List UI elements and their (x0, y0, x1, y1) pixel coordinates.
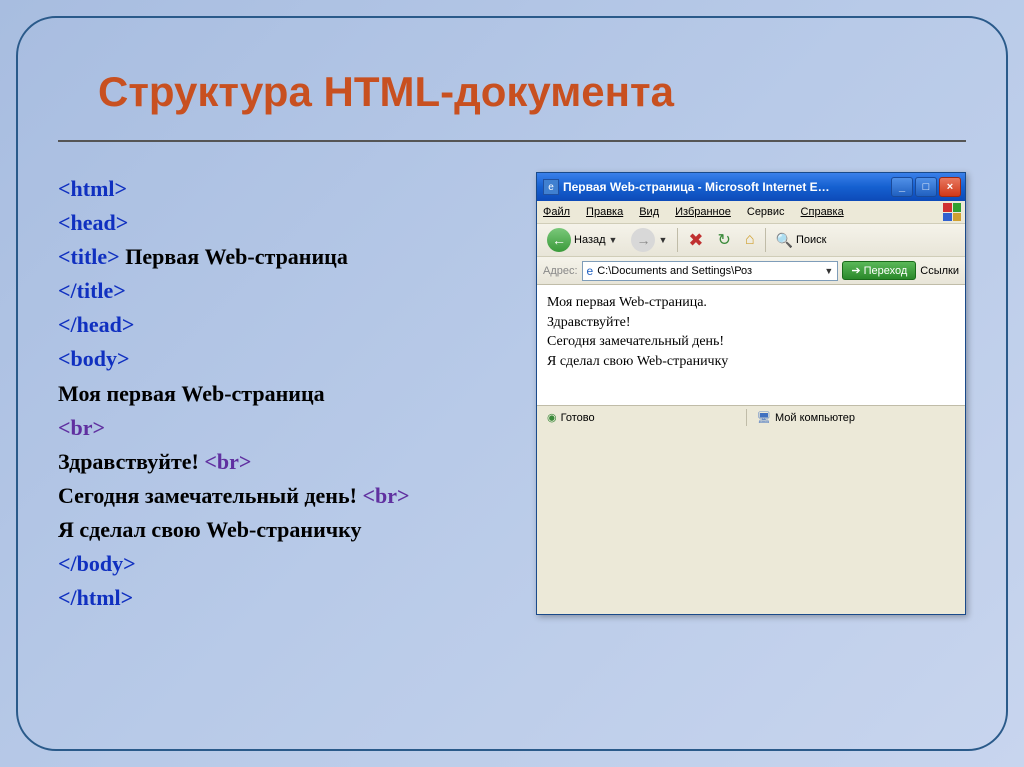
windows-logo-icon (943, 203, 961, 221)
separator (765, 228, 766, 252)
code-tag: <title> (58, 244, 120, 269)
browser-window: e Первая Web-страница - Microsoft Intern… (536, 172, 966, 615)
code-tag: </html> (58, 585, 133, 610)
dropdown-icon[interactable]: ▼ (824, 266, 833, 276)
go-button[interactable]: ➔ Переход (842, 261, 916, 280)
back-button[interactable]: ← Назад ▼ (543, 226, 621, 254)
menu-view[interactable]: Вид (639, 206, 659, 218)
go-label: Переход (864, 265, 908, 277)
slide-frame: Структура HTML-документа <html> <head> <… (16, 16, 1008, 751)
code-br-tag: <br> (204, 449, 251, 474)
page-content: Моя первая Web-страница. Здравствуйте! С… (537, 285, 965, 405)
menu-help[interactable]: Справка (801, 206, 844, 218)
window-controls: _ □ × (891, 177, 961, 197)
html-code-example: <html> <head> <title> Первая Web-страниц… (58, 172, 516, 615)
menu-file[interactable]: Файл (543, 206, 570, 218)
code-tag: <body> (58, 346, 130, 371)
code-tag: </body> (58, 551, 136, 576)
code-tag: <html> (58, 176, 127, 201)
page-line: Моя первая Web-страница. (547, 293, 955, 313)
code-tag: </title> (58, 278, 126, 303)
dropdown-icon: ▼ (609, 235, 618, 245)
page-line: Я сделал свою Web-страничку (547, 352, 955, 372)
code-br-tag: <br> (362, 483, 409, 508)
menu-edit[interactable]: Правка (586, 206, 623, 218)
page-line: Сегодня замечательный день! (547, 332, 955, 352)
code-tag: <head> (58, 210, 128, 235)
statusbar: ◉ Готово 🖥 Мой компьютер (537, 405, 965, 429)
go-icon: ➔ (851, 264, 860, 277)
search-button[interactable]: 🔍 Поиск (772, 230, 831, 251)
refresh-icon: ↻ (717, 230, 730, 250)
page-line: Здравствуйте! (547, 313, 955, 333)
code-text: Моя первая Web-страница (58, 381, 325, 406)
toolbar: ← Назад ▼ → ▼ ✖ ↻ ⌂ 🔍 Поиск (537, 223, 965, 257)
status-done: ◉ Готово (537, 409, 747, 426)
address-value: C:\Documents and Settings\Роз (597, 265, 752, 277)
ie-icon: e (543, 179, 559, 195)
search-icon: 🔍 (776, 232, 793, 249)
code-text: Сегодня замечательный день! (58, 483, 362, 508)
address-input[interactable]: e C:\Documents and Settings\Роз ▼ (582, 261, 839, 281)
content-area: <html> <head> <title> Первая Web-страниц… (58, 172, 966, 615)
code-tag: </head> (58, 312, 134, 337)
slide-title: Структура HTML-документа (98, 68, 966, 116)
back-icon: ← (547, 228, 571, 252)
forward-button[interactable]: → ▼ (627, 226, 671, 254)
code-text: Здравствуйте! (58, 449, 204, 474)
forward-icon: → (631, 228, 655, 252)
code-text: Я сделал свою Web-страничку (58, 517, 362, 542)
address-label: Адрес: (543, 265, 578, 277)
close-button[interactable]: × (939, 177, 961, 197)
computer-icon: 🖥 (757, 411, 771, 424)
home-icon: ⌂ (745, 231, 755, 249)
maximize-button[interactable]: □ (915, 177, 937, 197)
menu-tools[interactable]: Сервис (747, 206, 785, 218)
minimize-button[interactable]: _ (891, 177, 913, 197)
title-divider (58, 140, 966, 142)
refresh-button[interactable]: ↻ (713, 228, 734, 252)
links-label[interactable]: Ссылки (920, 265, 959, 277)
status-zone: 🖥 Мой компьютер (747, 409, 965, 426)
titlebar: e Первая Web-страница - Microsoft Intern… (537, 173, 965, 201)
back-label: Назад (574, 234, 606, 246)
home-button[interactable]: ⌂ (741, 229, 759, 251)
window-title: Первая Web-страница - Microsoft Internet… (563, 180, 891, 194)
dropdown-icon: ▼ (658, 235, 667, 245)
stop-button[interactable]: ✖ (684, 228, 707, 253)
separator (677, 228, 678, 252)
done-icon: ◉ (547, 411, 557, 424)
code-text: Первая Web-страница (120, 244, 348, 269)
status-done-text: Готово (561, 412, 595, 424)
status-zone-text: Мой компьютер (775, 412, 855, 424)
stop-icon: ✖ (688, 230, 703, 251)
menu-favorites[interactable]: Избранное (675, 206, 731, 218)
code-br-tag: <br> (58, 415, 105, 440)
search-label: Поиск (796, 234, 826, 246)
page-icon: e (587, 264, 594, 278)
addressbar: Адрес: e C:\Documents and Settings\Роз ▼… (537, 257, 965, 285)
menubar: Файл Правка Вид Избранное Сервис Справка (537, 201, 965, 223)
